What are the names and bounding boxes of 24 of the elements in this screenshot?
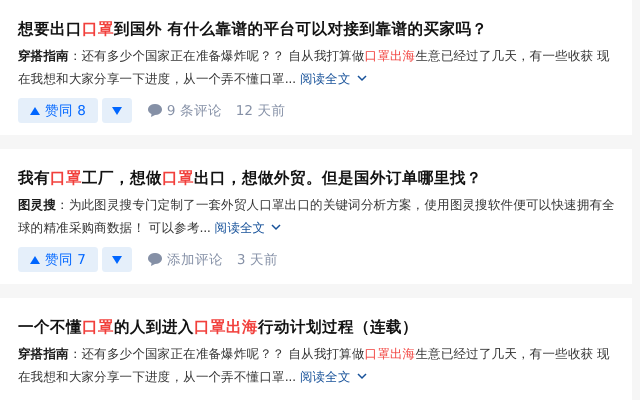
result-excerpt: 穿搭指南：还有多少个国家正在准备爆炸呢？？ 自从我打算做口罩出海生意已经过了几天，有一些收获 现在我想和大家分享一下进度，从一个弄不懂口罩... 阅读全文 <box>18 44 622 90</box>
read-more-link[interactable]: 阅读全文 <box>300 67 367 90</box>
speech-bubble-icon <box>148 104 162 117</box>
chevron-down-icon <box>356 373 367 380</box>
post-time: 3 天前 <box>236 250 278 268</box>
triangle-up-icon <box>30 256 40 264</box>
post-time: 12 天前 <box>236 102 286 120</box>
triangle-down-icon <box>112 106 122 114</box>
chevron-down-icon <box>356 75 367 82</box>
read-more-link[interactable]: 阅读全文 <box>214 216 282 239</box>
downvote-button[interactable] <box>102 247 132 272</box>
result-title[interactable]: 一个不懂口罩的人到进入口罩出海行动计划过程（连载） <box>18 315 614 339</box>
triangle-down-icon <box>112 256 122 264</box>
upvote-button[interactable]: 赞同 7 <box>18 247 98 272</box>
result-title[interactable]: 想要出口 口罩到国外 有什么靠谱的平台可以对接到靠谱的买家吗？ <box>18 17 614 41</box>
result-excerpt: 穿搭指南：还有多少个国家正在准备爆炸呢？？ 自从我打算做口罩出海生意已经过了几天，有一些收获 现在我想和大家分享一下进度，从一个弄不懂口罩... 阅读全文 <box>18 342 622 388</box>
triangle-up-icon <box>30 106 40 114</box>
downvote-button[interactable] <box>102 98 132 123</box>
read-more-link[interactable]: 阅读全文 <box>300 365 367 388</box>
speech-bubble-icon <box>148 253 162 266</box>
chevron-down-icon <box>271 224 282 231</box>
result-title[interactable]: 我有口罩工厂，想做口罩出口，想做外贸。但是国外订单哪里找？ <box>18 166 614 190</box>
upvote-button[interactable]: 赞同 8 <box>18 98 98 123</box>
result-excerpt: 图灵搜：为此图灵搜专门定制了一套外贸人口罩出口的关键词分析方案，使用图灵搜软件便可以快速拥有全球的精准采购商数据！ 可以参考... 阅读全文 <box>18 193 622 239</box>
